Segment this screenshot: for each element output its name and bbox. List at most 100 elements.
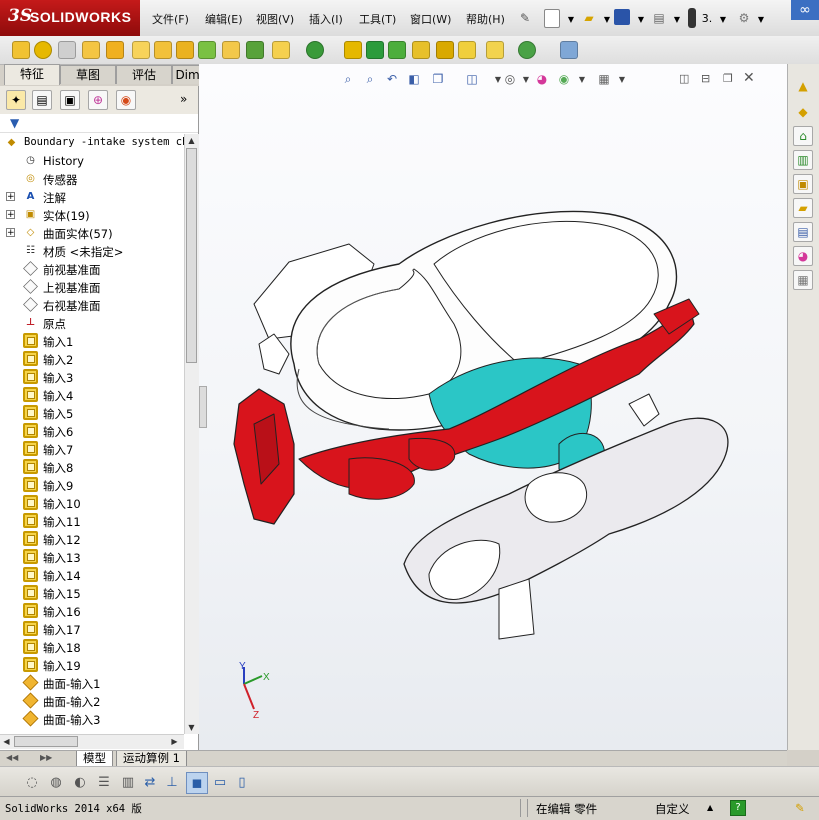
menu-view[interactable]: 视图(V) [256,11,294,27]
view-palette-icon[interactable]: ▤ [793,222,813,242]
3d-model-view[interactable]: Y X Z [199,64,787,750]
single-view-icon[interactable]: ▭ [210,772,230,792]
tree-item[interactable]: 输入8 [0,458,184,476]
sweep-icon[interactable] [58,41,76,59]
pin-icon[interactable]: ▲ [793,76,813,96]
display-manager-icon[interactable]: ◉ [116,90,136,110]
tree-item[interactable]: 输入15 [0,584,184,602]
tree-item[interactable]: 输入4 [0,386,184,404]
menu-insert[interactable]: 插入(I) [309,11,343,27]
dropdown-icon[interactable]: ▼ [562,10,580,28]
rib-icon[interactable] [198,41,216,59]
sketch-list-icon[interactable]: ☰ [94,772,114,792]
boundary-boss-icon[interactable] [106,41,124,59]
axis-view-icon[interactable]: ⊥ [162,772,182,792]
hidden-lines-icon[interactable]: ◍ [46,772,66,792]
tree-item[interactable]: 输入9 [0,476,184,494]
menu-window[interactable]: 窗口(W) [410,11,451,27]
two-view-icon[interactable]: ▯ [232,772,252,792]
draft-icon[interactable] [246,41,264,59]
tree-item[interactable]: 输入10 [0,494,184,512]
measure-icon[interactable] [560,41,578,59]
sketch-icon[interactable]: ◆ [793,102,813,122]
tree-item[interactable]: + A 注解 [0,188,184,206]
collaboration-icon[interactable]: ∞ [791,0,819,20]
tree-item[interactable]: 输入1 [0,332,184,350]
expand-toggle-icon[interactable]: + [6,192,15,202]
quick-tips-icon[interactable]: ✎ [795,801,805,815]
tree-item[interactable]: 输入2 [0,350,184,368]
tree-item[interactable]: 输入5 [0,404,184,422]
menu-tools[interactable]: 工具(T) [359,11,396,27]
tree-item[interactable]: 输入3 [0,368,184,386]
tab-scroll-icon[interactable]: ▶▶ [40,753,52,762]
tree-item[interactable]: 曲面-输入2 [0,692,184,710]
tab-evaluate[interactable]: 评估 [116,65,172,84]
expand-toggle-icon[interactable]: + [6,210,15,220]
design-library-icon[interactable]: ▣ [793,174,813,194]
surface-icon[interactable] [388,41,406,59]
tree-item[interactable]: + ▣ 实体(19) [0,206,184,224]
rebuild-light-icon[interactable] [688,8,696,28]
tree-item[interactable]: 前视基准面 [0,260,184,278]
pin-icon[interactable]: ✎ [516,9,534,27]
instant3d-icon[interactable] [366,41,384,59]
tree-item[interactable]: 输入16 [0,602,184,620]
scroll-thumb[interactable] [186,148,197,363]
tree-item[interactable]: 输入11 [0,512,184,530]
tree-item[interactable]: + ◇ 曲面实体(57) [0,224,184,242]
filter-icon[interactable]: ▼ [10,116,19,130]
panel-collapse-handle[interactable] [199,386,207,428]
3d-section-icon[interactable]: ⇄ [140,772,160,792]
tree-item[interactable]: 输入14 [0,566,184,584]
file-explorer-icon[interactable]: ▰ [793,198,813,218]
tab-scroll-icon[interactable]: ◀◀ [6,753,18,762]
graphics-area[interactable]: ⌕ ⌕ ↶ ◧ ❐ ◫ ▼ ◎ ▼ ◕ ◉ ▼ ▦ ▼ ◫ ⊟ ❐ ✕ Y X … [199,64,787,750]
linear-pattern-icon[interactable] [306,41,324,59]
shell-icon[interactable] [222,41,240,59]
tree-item[interactable]: ⊥ 原点 [0,314,184,332]
home-icon[interactable]: ⌂ [793,126,813,146]
appearances-icon[interactable]: ◕ [793,246,813,266]
render-icon[interactable]: ▥ [118,772,138,792]
tree-item[interactable]: 输入13 [0,548,184,566]
shaded-icon[interactable]: ◐ [70,772,90,792]
tree-item[interactable]: 右视基准面 [0,296,184,314]
tree-item[interactable]: ◷ History [0,152,184,170]
scroll-down-icon[interactable]: ▼ [185,721,198,734]
tab-features[interactable]: 特征 [4,64,60,85]
tree-item[interactable]: 输入17 [0,620,184,638]
tree-horizontal-scrollbar[interactable]: ◀ ▶ [0,734,184,749]
scroll-up-icon[interactable]: ▲ [185,134,198,147]
solidworks-logo[interactable]: 3S SOLIDWORKS [0,0,140,36]
tree-item[interactable]: 输入12 [0,530,184,548]
tree-item[interactable]: ◎ 传感器 [0,170,184,188]
dropdown-icon[interactable]: ▼ [714,10,732,28]
property-manager-icon[interactable]: ▤ [32,90,52,110]
units-dropdown-icon[interactable]: ▲ [707,803,713,812]
scroll-left-icon[interactable]: ◀ [0,735,13,748]
resources-icon[interactable]: ▥ [793,150,813,170]
dropdown-icon[interactable]: ▼ [668,10,686,28]
dropdown-icon[interactable]: ▼ [752,10,770,28]
configuration-manager-icon[interactable]: ▣ [60,90,80,110]
dimxpert-manager-icon[interactable]: ⊕ [88,90,108,110]
tree-item[interactable]: 输入18 [0,638,184,656]
flex-icon[interactable] [518,41,536,59]
wireframe-icon[interactable]: ◌ [22,772,42,792]
save-icon[interactable] [614,9,630,25]
new-document-icon[interactable] [544,9,560,28]
dropdown-icon[interactable]: ▼ [632,10,650,28]
tree-root-part[interactable]: ◆ Boundary -intake system ch [0,134,184,152]
open-folder-icon[interactable]: ▰ [580,9,598,27]
revolve-icon[interactable] [34,41,52,59]
move-face-icon[interactable] [486,41,504,59]
units-label[interactable]: 自定义 [655,801,690,817]
options-gear-icon[interactable]: ⚙ [735,9,753,27]
tree-item[interactable]: 曲面-输入1 [0,674,184,692]
scroll-thumb[interactable] [14,736,78,747]
tree-item[interactable]: 上视基准面 [0,278,184,296]
tree-item[interactable]: 输入7 [0,440,184,458]
intersect-icon[interactable] [436,41,454,59]
tree-item[interactable]: 曲面-输入3 [0,710,184,728]
